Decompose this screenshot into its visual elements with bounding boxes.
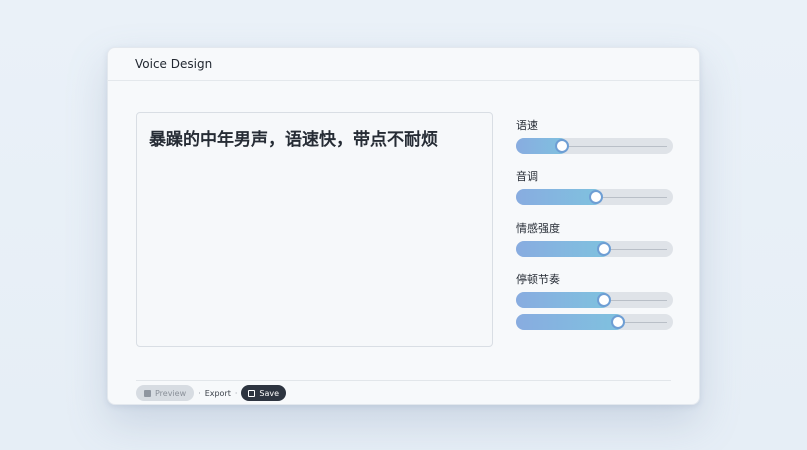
document-icon: [144, 389, 151, 397]
export-button[interactable]: Export: [205, 389, 231, 398]
title-bar: Voice Design: [108, 48, 699, 81]
slider-pitch: 音调: [516, 169, 674, 205]
slider-label: 音调: [516, 170, 538, 183]
slider-pause-rhythm: 停顿节奏: [516, 272, 674, 308]
slider-track[interactable]: [516, 314, 673, 330]
voice-prompt-textarea[interactable]: 暴躁的中年男声，语速快，带点不耐烦: [136, 112, 493, 347]
separator: ·: [234, 388, 238, 398]
slider-unlabeled: [516, 310, 674, 330]
slider-handle[interactable]: [589, 190, 603, 204]
slider-fill: [516, 241, 610, 257]
slider-handle[interactable]: [597, 242, 611, 256]
slider-emotion-intensity: 情感强度: [516, 221, 674, 257]
slider-fill: [516, 292, 610, 308]
slider-handle[interactable]: [555, 139, 569, 153]
slider-track[interactable]: [516, 241, 673, 257]
slider-speed: 语速: [516, 118, 674, 154]
slider-handle[interactable]: [611, 315, 625, 329]
voice-design-window: Voice Design 暴躁的中年男声，语速快，带点不耐烦 语速 音调 情感强…: [107, 47, 700, 405]
slider-track[interactable]: [516, 292, 673, 308]
slider-track[interactable]: [516, 189, 673, 205]
slider-label: 情感强度: [516, 222, 560, 235]
preview-label: Preview: [155, 388, 187, 398]
save-label: Save: [259, 388, 280, 398]
voice-prompt-text: 暴躁的中年男声，语速快，带点不耐烦: [149, 130, 438, 150]
separator: ·: [198, 388, 201, 398]
save-button[interactable]: Save: [241, 385, 287, 401]
save-icon: [248, 389, 256, 397]
preview-button[interactable]: Preview: [136, 385, 195, 401]
window-title: Voice Design: [135, 57, 213, 71]
slider-label: 停顿节奏: [516, 273, 560, 286]
slider-track[interactable]: [516, 138, 673, 154]
slider-fill: [516, 314, 624, 330]
slider-label: 语速: [516, 119, 538, 132]
action-bar: Preview · Export · Save: [136, 385, 287, 401]
footer-divider: [136, 380, 671, 381]
slider-handle[interactable]: [597, 293, 611, 307]
